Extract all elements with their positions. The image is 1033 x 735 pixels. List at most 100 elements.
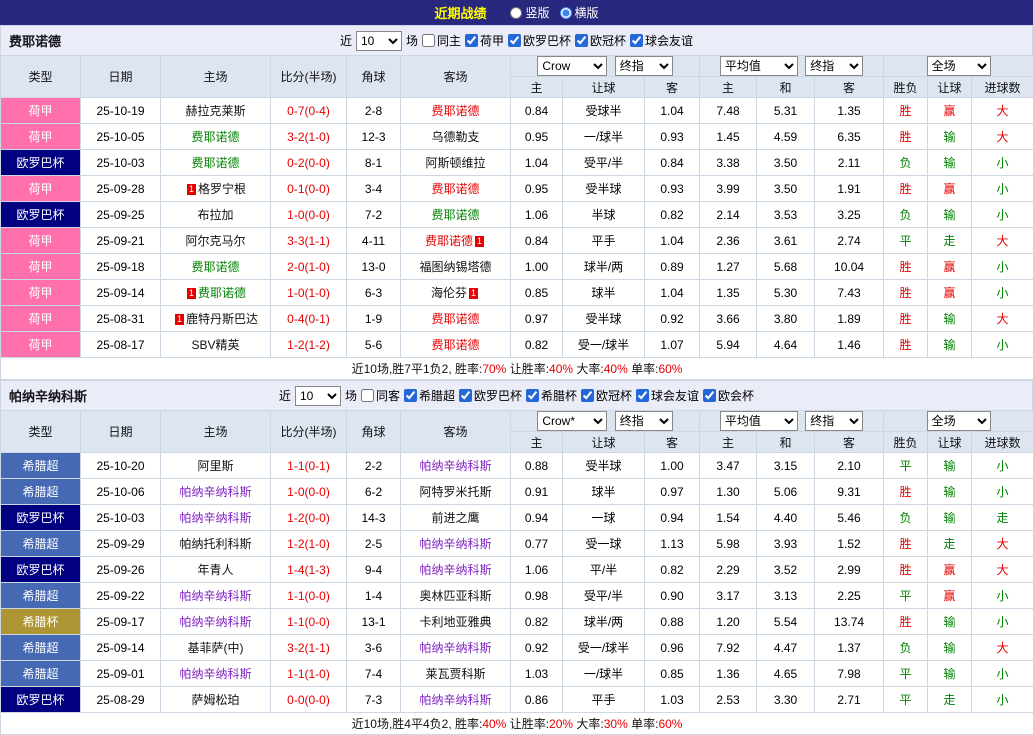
same-venue-filter[interactable]: 同客 (361, 387, 400, 404)
score-link[interactable]: 2-0(1-0) (287, 260, 330, 274)
home-team-link[interactable]: 鹿特丹斯巴达 (186, 312, 258, 326)
away-team-link[interactable]: 帕纳辛纳科斯 (419, 459, 491, 473)
home-team-link[interactable]: 赫拉克莱斯 (185, 104, 245, 118)
away-team-link[interactable]: 阿斯顿维拉 (425, 156, 485, 170)
away-team-link[interactable]: 帕纳辛纳科斯 (419, 693, 491, 707)
league-filter[interactable]: 荷甲 (465, 32, 504, 49)
league-filter-checkbox[interactable] (636, 389, 649, 402)
home-team-link[interactable]: 帕纳辛纳科斯 (179, 615, 251, 629)
score-link[interactable]: 1-0(1-0) (287, 286, 330, 300)
score-link[interactable]: 0-7(0-4) (287, 104, 330, 118)
full-match-select[interactable]: 全场 (927, 56, 991, 76)
score-link[interactable]: 3-3(1-1) (287, 234, 330, 248)
final-average-select[interactable]: 终指 (805, 56, 863, 76)
home-team-link[interactable]: 帕纳辛纳科斯 (179, 589, 251, 603)
vertical-layout-radio[interactable] (510, 7, 522, 19)
score-link[interactable]: 1-2(1-0) (287, 537, 330, 551)
score-link[interactable]: 0-0(0-0) (287, 693, 330, 707)
score-link[interactable]: 1-2(0-0) (287, 511, 330, 525)
league-filter[interactable]: 球会友谊 (630, 32, 693, 49)
full-match-select[interactable]: 全场 (927, 411, 991, 431)
away-team-link[interactable]: 费耶诺德 (425, 234, 473, 248)
away-team-link[interactable]: 卡利地亚雅典 (419, 615, 491, 629)
home-team-link[interactable]: 格罗宁根 (198, 182, 246, 196)
score-link[interactable]: 0-2(0-0) (287, 156, 330, 170)
home-team-link[interactable]: 帕纳辛纳科斯 (179, 511, 251, 525)
league-filter-checkbox[interactable] (581, 389, 594, 402)
away-team-link[interactable]: 乌德勒支 (431, 130, 479, 144)
odds-company-select[interactable]: Crow (537, 56, 607, 76)
same-venue-checkbox[interactable] (422, 34, 435, 47)
league-filter-checkbox[interactable] (404, 389, 417, 402)
vertical-layout-option[interactable]: 竖版 (510, 4, 549, 21)
home-team-link[interactable]: 帕纳托利科斯 (179, 537, 251, 551)
home-team-link[interactable]: 帕纳辛纳科斯 (179, 667, 251, 681)
score-link[interactable]: 0-1(0-0) (287, 182, 330, 196)
score-link[interactable]: 1-1(0-1) (287, 459, 330, 473)
final-odds-select[interactable]: 终指 (615, 411, 673, 431)
away-team-link[interactable]: 帕纳辛纳科斯 (419, 641, 491, 655)
horizontal-layout-radio[interactable] (560, 7, 572, 19)
league-filter-checkbox[interactable] (459, 389, 472, 402)
league-filter-checkbox[interactable] (575, 34, 588, 47)
league-filter-checkbox[interactable] (508, 34, 521, 47)
home-team-link[interactable]: 阿尔克马尔 (185, 234, 245, 248)
away-team-link[interactable]: 费耶诺德 (431, 208, 479, 222)
league-filter-checkbox[interactable] (703, 389, 716, 402)
score-link[interactable]: 3-2(1-0) (287, 130, 330, 144)
league-filter[interactable]: 希腊杯 (526, 387, 577, 404)
home-team-link[interactable]: 阿里斯 (197, 459, 233, 473)
home-team-link[interactable]: 费耶诺德 (191, 260, 239, 274)
away-team-link[interactable]: 费耶诺德 (431, 338, 479, 352)
away-team-link[interactable]: 帕纳辛纳科斯 (419, 537, 491, 551)
away-team-link[interactable]: 奥林匹亚科斯 (419, 589, 491, 603)
home-team-link[interactable]: 费耶诺德 (198, 286, 246, 300)
final-average-select[interactable]: 终指 (805, 411, 863, 431)
score-link[interactable]: 0-4(0-1) (287, 312, 330, 326)
away-team-link[interactable]: 费耶诺德 (431, 312, 479, 326)
away-team-link[interactable]: 莱瓦贾科斯 (425, 667, 485, 681)
league-filter[interactable]: 球会友谊 (636, 387, 699, 404)
home-team-link[interactable]: 费耶诺德 (191, 130, 239, 144)
away-team-link[interactable]: 费耶诺德 (431, 182, 479, 196)
away-team-link[interactable]: 海伦芬 (431, 286, 467, 300)
score-link[interactable]: 1-4(1-3) (287, 563, 330, 577)
league-filter[interactable]: 欧罗巴杯 (508, 32, 571, 49)
horizontal-layout-option[interactable]: 横版 (560, 4, 599, 21)
odds-company-select[interactable]: Crow* (537, 411, 607, 431)
league-filter-checkbox[interactable] (465, 34, 478, 47)
home-team-link[interactable]: 帕纳辛纳科斯 (179, 485, 251, 499)
score-link[interactable]: 1-1(1-0) (287, 667, 330, 681)
home-team-link[interactable]: 年青人 (197, 563, 233, 577)
score-link[interactable]: 3-2(1-1) (287, 641, 330, 655)
score-link[interactable]: 1-0(0-0) (287, 485, 330, 499)
recent-count-select[interactable]: 10 (356, 31, 402, 51)
average-select[interactable]: 平均值 (720, 56, 798, 76)
recent-count-select[interactable]: 10 (295, 386, 341, 406)
home-team-link[interactable]: 费耶诺德 (191, 156, 239, 170)
league-filter-checkbox[interactable] (526, 389, 539, 402)
same-venue-checkbox[interactable] (361, 389, 374, 402)
league-filter[interactable]: 欧冠杯 (575, 32, 626, 49)
average-select[interactable]: 平均值 (720, 411, 798, 431)
league-filter[interactable]: 欧罗巴杯 (459, 387, 522, 404)
away-team-link[interactable]: 福图纳锡塔德 (419, 260, 491, 274)
same-venue-filter[interactable]: 同主 (422, 32, 461, 49)
score-link[interactable]: 1-1(0-0) (287, 615, 330, 629)
home-team-link[interactable]: SBV精英 (191, 338, 239, 352)
away-team-link[interactable]: 阿特罗米托斯 (419, 485, 491, 499)
score-link[interactable]: 1-0(0-0) (287, 208, 330, 222)
league-filter-checkbox[interactable] (630, 34, 643, 47)
final-odds-select[interactable]: 终指 (615, 56, 673, 76)
home-team-link[interactable]: 萨姆松珀 (191, 693, 239, 707)
league-filter[interactable]: 欧会杯 (703, 387, 754, 404)
away-team-link[interactable]: 前进之鹰 (431, 511, 479, 525)
away-team-link[interactable]: 帕纳辛纳科斯 (419, 563, 491, 577)
score-link[interactable]: 1-2(1-2) (287, 338, 330, 352)
home-team-link[interactable]: 布拉加 (197, 208, 233, 222)
away-team-link[interactable]: 费耶诺德 (431, 104, 479, 118)
league-filter[interactable]: 欧冠杯 (581, 387, 632, 404)
league-filter[interactable]: 希腊超 (404, 387, 455, 404)
home-team-link[interactable]: 基菲萨(中) (188, 641, 244, 655)
score-link[interactable]: 1-1(0-0) (287, 589, 330, 603)
